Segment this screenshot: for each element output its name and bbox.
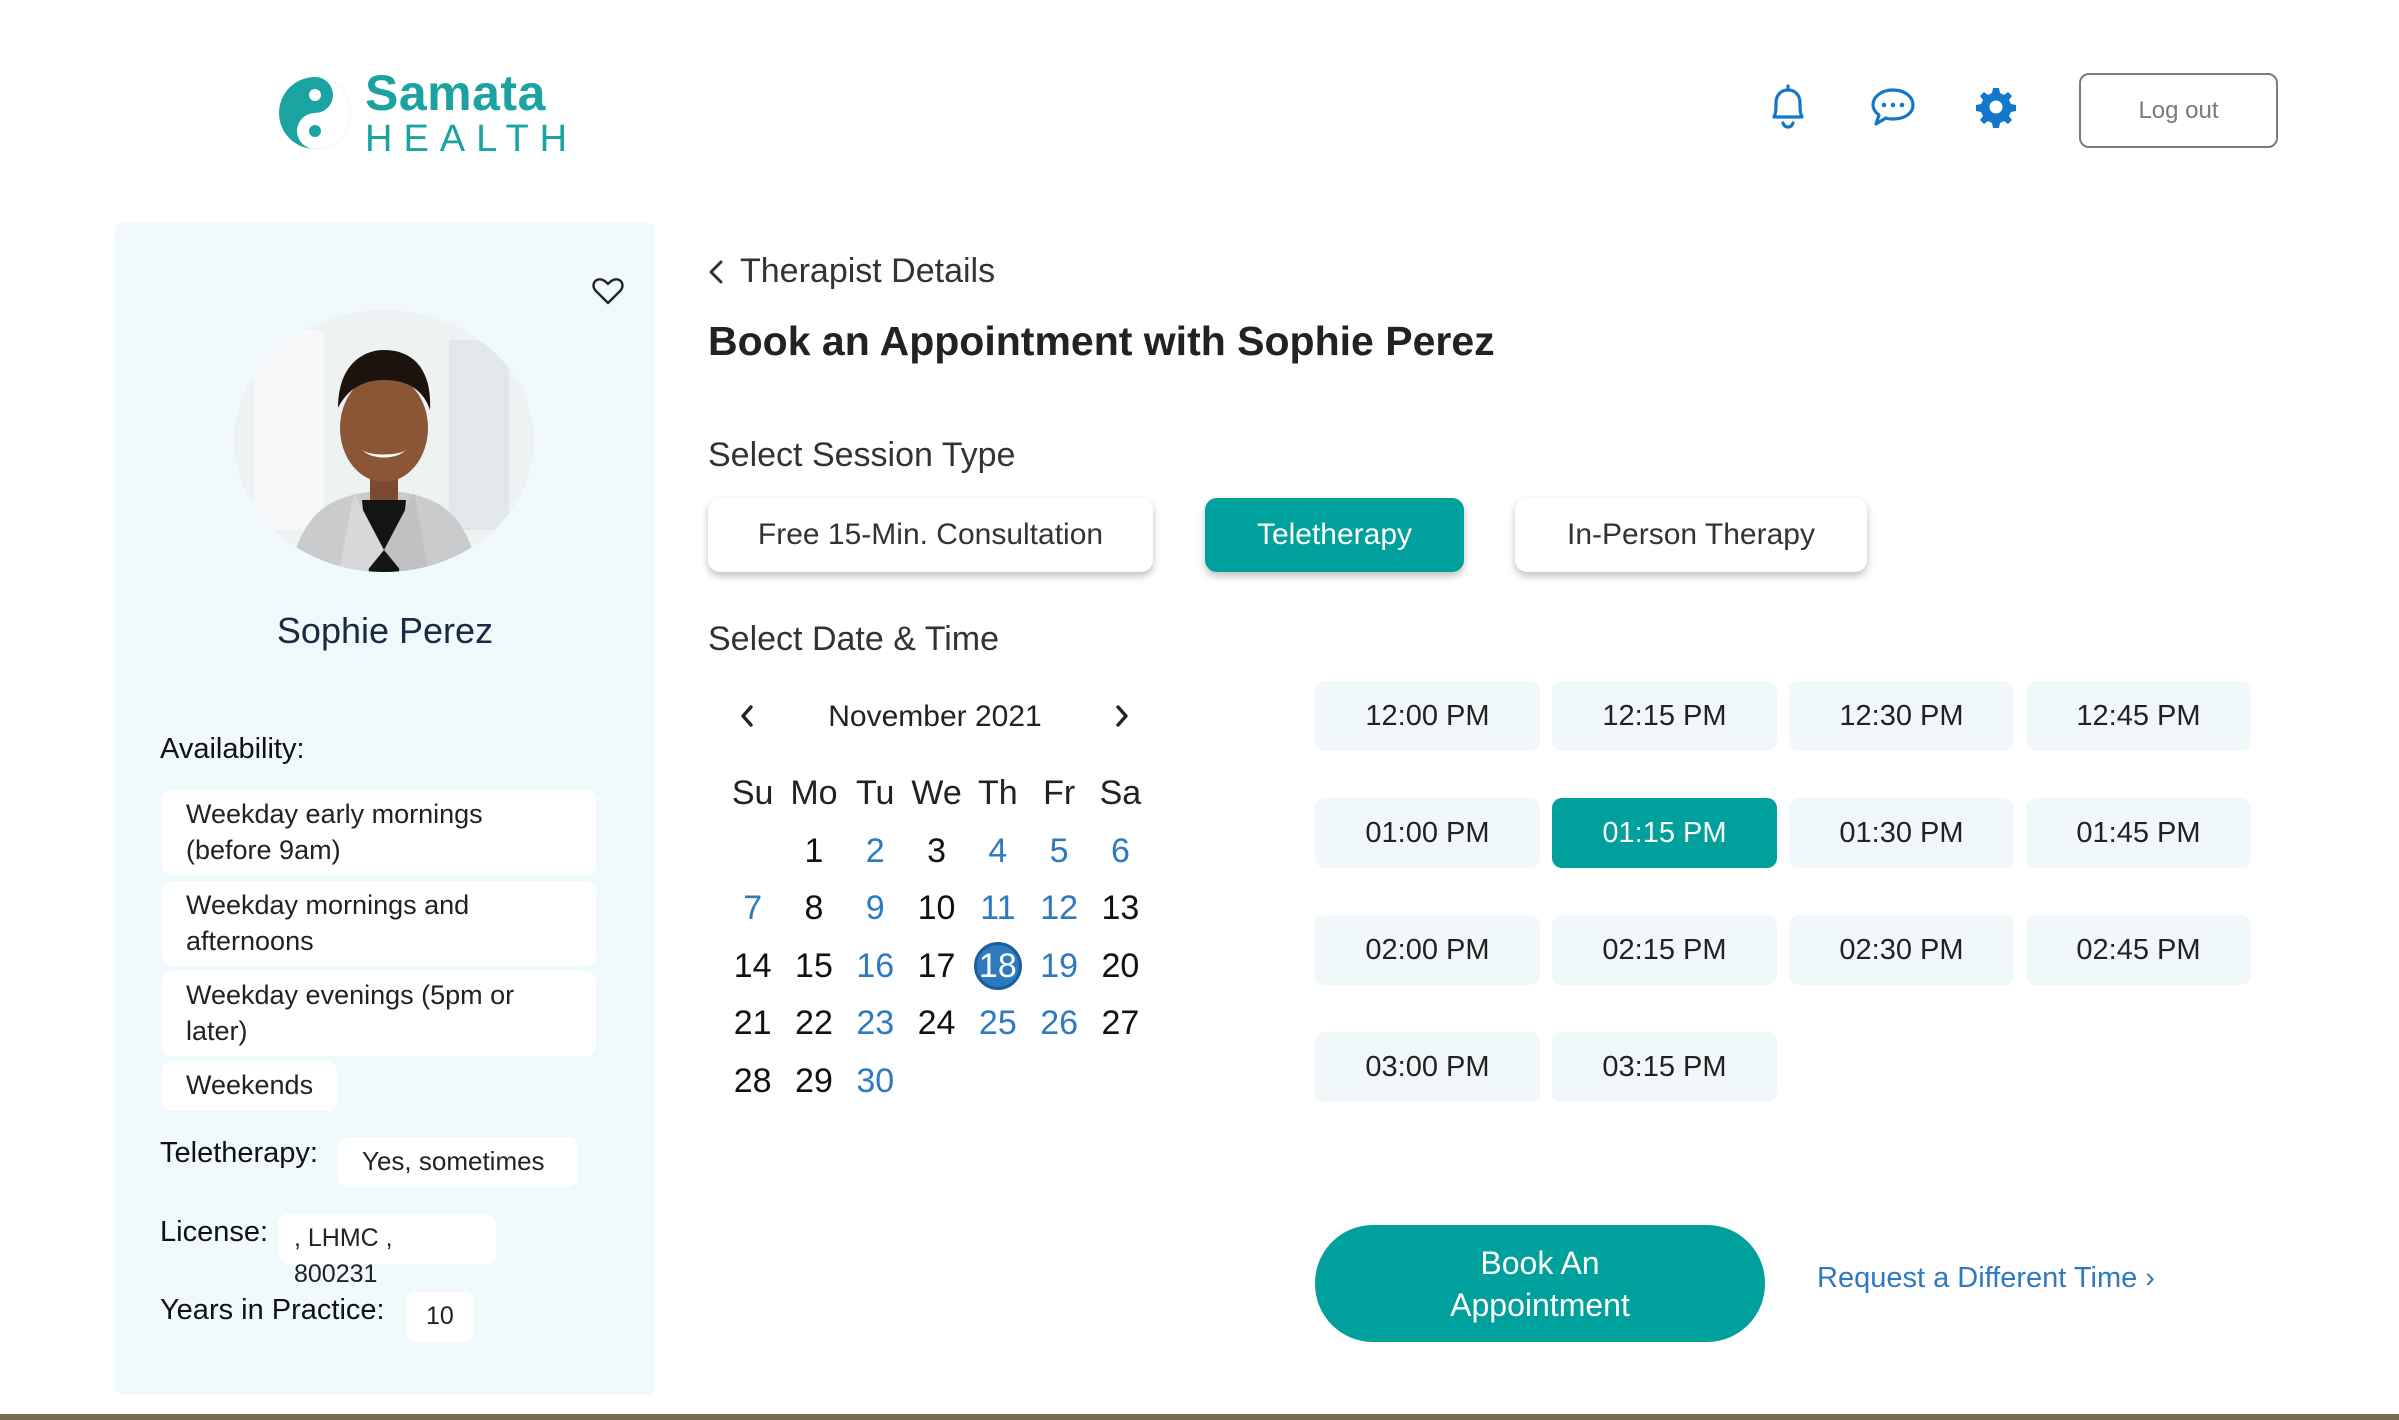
bottom-divider xyxy=(0,1414,2399,1420)
calendar-day[interactable]: 12 xyxy=(1028,880,1089,938)
calendar-day: 27 xyxy=(1101,1004,1140,1043)
session-type-in-person-button[interactable]: In-Person Therapy xyxy=(1515,498,1867,572)
calendar-weekday-header: Mo xyxy=(790,774,838,813)
availability-chip: Weekday evenings (5pm or later) xyxy=(162,971,596,1056)
time-slot[interactable]: 01:45 PM xyxy=(2026,798,2251,868)
notifications-bell-icon[interactable] xyxy=(1761,80,1815,134)
teletherapy-label: Teletherapy: xyxy=(160,1137,318,1169)
time-slot[interactable]: 02:30 PM xyxy=(1789,915,2014,985)
calendar-day[interactable]: 19 xyxy=(1028,938,1089,996)
calendar-day[interactable]: 26 xyxy=(1028,995,1089,1053)
calendar-day[interactable]: 11 xyxy=(967,880,1028,938)
time-slot[interactable]: 12:30 PM xyxy=(1789,681,2014,751)
time-slot[interactable]: 01:00 PM xyxy=(1315,798,1540,868)
time-slot[interactable]: 12:45 PM xyxy=(2026,681,2251,751)
calendar-day[interactable]: 9 xyxy=(845,880,906,938)
calendar-day: 1 xyxy=(804,831,824,870)
time-slot[interactable]: 12:00 PM xyxy=(1315,681,1540,751)
license-value: , LHMC , 800231 xyxy=(278,1214,496,1288)
calendar-day: 22 xyxy=(795,1004,833,1043)
time-slot-selected[interactable]: 01:15 PM xyxy=(1552,798,1777,868)
calendar-weekday-header: Tu xyxy=(856,774,895,813)
calendar-day: 29 xyxy=(795,1061,833,1100)
calendar-day[interactable]: 16 xyxy=(845,938,906,996)
calendar-day: 24 xyxy=(917,1004,956,1043)
years-in-practice-value: 10 xyxy=(406,1292,474,1342)
availability-label: Availability: xyxy=(160,733,305,765)
calendar-day: 14 xyxy=(733,946,772,985)
availability-chip: Weekday mornings and afternoons xyxy=(162,881,596,966)
calendar-day: 10 xyxy=(917,889,956,928)
availability-chip: Weekday early mornings (before 9am) xyxy=(162,790,596,875)
time-slot[interactable]: 01:30 PM xyxy=(1789,798,2014,868)
calendar-day[interactable]: 23 xyxy=(845,995,906,1053)
calendar-day: 17 xyxy=(917,946,956,985)
session-type-consultation-button[interactable]: Free 15-Min. Consultation xyxy=(708,498,1153,572)
calendar-month-label: November 2021 xyxy=(828,700,1042,733)
back-link-label: Therapist Details xyxy=(740,252,996,290)
calendar-day: 21 xyxy=(733,1004,772,1043)
calendar-weekday-header: Sa xyxy=(1099,774,1142,813)
calendar-day: 28 xyxy=(733,1061,772,1100)
calendar-day: 15 xyxy=(795,946,833,985)
logo-secondary-text: HEALTH xyxy=(365,118,579,160)
calendar-next-month-icon[interactable] xyxy=(1102,696,1142,736)
time-slot[interactable]: 02:45 PM xyxy=(2026,915,2251,985)
calendar-day[interactable]: 25 xyxy=(967,995,1028,1053)
therapist-avatar xyxy=(234,310,534,572)
calendar-weekday-header: We xyxy=(911,774,962,813)
gear-icon[interactable] xyxy=(1969,80,2023,134)
calendar-day[interactable]: 4 xyxy=(967,823,1028,881)
calendar-weekday-header: Fr xyxy=(1043,774,1076,813)
teletherapy-value: Yes, sometimes xyxy=(338,1137,578,1187)
calendar-day[interactable]: 2 xyxy=(845,823,906,881)
chat-icon[interactable] xyxy=(1866,80,1920,134)
session-type-teletherapy-button[interactable]: Teletherapy xyxy=(1205,498,1464,572)
chevron-left-icon xyxy=(709,260,723,283)
request-different-time-link[interactable]: Request a Different Time › xyxy=(1817,1262,2155,1295)
date-time-heading: Select Date & Time xyxy=(708,620,1000,658)
calendar-day: 20 xyxy=(1101,946,1140,985)
years-in-practice-label: Years in Practice: xyxy=(160,1294,385,1326)
logout-button[interactable]: Log out xyxy=(2079,73,2278,148)
therapist-name: Sophie Perez xyxy=(276,610,494,651)
samata-health-logo[interactable]: Samata HEALTH xyxy=(275,68,578,158)
calendar-grid: Su Mo Tu We Th Fr Sa 1 2 3 4 5 6 7 8 9 10 11 12 13 14 15 16 17 1… xyxy=(722,765,1142,1110)
yin-yang-logo-icon xyxy=(279,77,351,149)
calendar-weekday-header: Su xyxy=(731,774,774,813)
favorite-heart-icon[interactable] xyxy=(592,276,628,308)
time-slot[interactable]: 02:00 PM xyxy=(1315,915,1540,985)
calendar-day[interactable]: 30 xyxy=(845,1053,906,1111)
calendar-empty-cell xyxy=(722,823,783,881)
time-slot[interactable]: 12:15 PM xyxy=(1552,681,1777,751)
calendar-day: 3 xyxy=(927,831,946,870)
time-slot[interactable]: 03:00 PM xyxy=(1315,1032,1540,1102)
availability-chip: Weekends xyxy=(162,1061,337,1111)
book-appointment-button[interactable]: Book An Appointment xyxy=(1315,1225,1765,1342)
calendar-weekday-header: Th xyxy=(977,774,1018,813)
back-to-therapist-details-link[interactable]: Therapist Details xyxy=(706,252,995,291)
page-title: Book an Appointment with Sophie Perez xyxy=(708,318,1495,364)
calendar-day[interactable]: 5 xyxy=(1028,823,1089,881)
calendar-day: 8 xyxy=(804,889,824,928)
time-slot[interactable]: 03:15 PM xyxy=(1552,1032,1777,1102)
calendar-day[interactable]: 7 xyxy=(722,880,783,938)
time-slot[interactable]: 02:15 PM xyxy=(1552,915,1777,985)
session-type-heading: Select Session Type xyxy=(708,436,1016,474)
time-slot-grid: 12:00 PM 12:15 PM 12:30 PM 12:45 PM 01:00 PM… xyxy=(1315,681,2255,1102)
calendar-day: 13 xyxy=(1101,889,1140,928)
calendar-day-selected[interactable]: 18 xyxy=(967,938,1028,996)
logo-primary-text: Samata xyxy=(365,65,546,121)
license-label: License: xyxy=(160,1216,269,1248)
calendar-day[interactable]: 6 xyxy=(1090,823,1151,881)
